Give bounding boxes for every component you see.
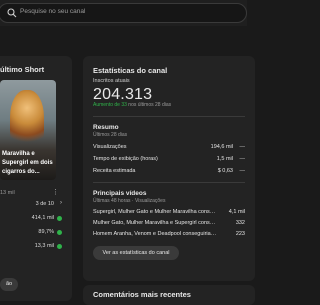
latest-short-title: último Short bbox=[0, 65, 45, 74]
chevron-icon: › bbox=[60, 200, 62, 206]
search-bar[interactable]: Pesquise no seu canal bbox=[0, 3, 247, 23]
summary-row-revenue: Receita estimada $ 0,63 — bbox=[93, 168, 245, 174]
short-stat-row: 3 de 10 › bbox=[35, 200, 62, 207]
short-analytics-button[interactable]: ão bbox=[0, 278, 18, 291]
top-video-row[interactable]: Mulher Gato, Mulher Maravilha e Supergir… bbox=[93, 220, 245, 228]
subscribers-label: Inscritos atuais bbox=[93, 78, 130, 84]
short-views: 13 mil bbox=[0, 190, 15, 196]
subscribers-change: Aumento de 33 nos últimos 28 dias bbox=[93, 102, 172, 108]
channel-stats-title: Estatísticas do canal bbox=[93, 66, 168, 75]
summary-period: Últimos 28 dias bbox=[93, 132, 128, 138]
check-icon bbox=[57, 230, 62, 235]
check-icon bbox=[57, 216, 62, 221]
top-videos-period: Últimas 48 horas · Visualizações bbox=[93, 198, 166, 204]
latest-short-card: último Short Maravilha e Supergirl em do… bbox=[0, 56, 72, 301]
short-stat-row: 13,3 mil bbox=[0, 243, 62, 251]
recent-comments-title: Comentários mais recentes bbox=[93, 290, 191, 299]
thumbnail-figure bbox=[10, 90, 44, 150]
recent-comments-card: Comentários mais recentes bbox=[83, 285, 255, 305]
divider bbox=[93, 116, 245, 117]
view-channel-stats-button[interactable]: Ver as estatísticas do canal bbox=[93, 246, 179, 260]
short-stat-row: 89,7% bbox=[0, 229, 62, 237]
top-video-row[interactable]: Supergirl, Mulher Gato e Mulher Maravilh… bbox=[93, 209, 245, 217]
top-videos-title: Principais vídeos bbox=[93, 190, 147, 197]
search-input[interactable]: Pesquise no seu canal bbox=[20, 8, 85, 15]
check-icon bbox=[57, 244, 62, 249]
top-video-row[interactable]: Homem Aranha, Venom e Deadpool conseguir… bbox=[93, 231, 245, 239]
summary-row-views: Visualizações 194,6 mil — bbox=[93, 144, 245, 150]
short-thumbnail[interactable]: Maravilha e Supergirl em dois cigarros d… bbox=[0, 80, 56, 180]
search-icon bbox=[7, 8, 17, 18]
divider bbox=[93, 182, 245, 183]
summary-title: Resumo bbox=[93, 124, 119, 131]
thumbnail-caption: Maravilha e Supergirl em dois cigarros d… bbox=[2, 151, 53, 175]
more-options-icon[interactable]: ⋮ bbox=[52, 188, 59, 196]
short-stat-row: 414,1 mil bbox=[0, 215, 62, 223]
top-bar: Pesquise no seu canal bbox=[0, 0, 247, 26]
summary-row-watch-time: Tempo de exibição (horas) 1,5 mil — bbox=[93, 156, 245, 162]
channel-stats-card: Estatísticas do canal Inscritos atuais 2… bbox=[83, 56, 255, 281]
